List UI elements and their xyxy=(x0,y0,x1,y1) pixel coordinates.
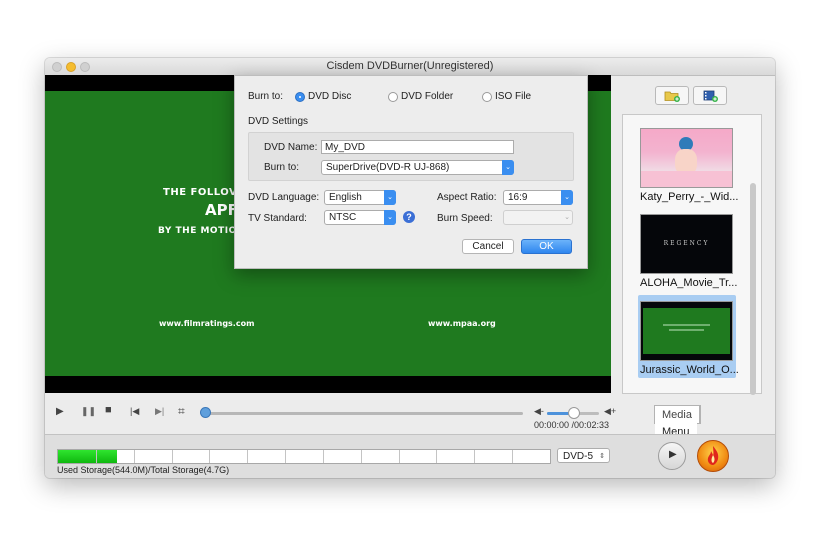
media-item-label: Katy_Perry_-_Wid... xyxy=(640,191,739,203)
volume-knob[interactable] xyxy=(568,407,580,419)
disc-type-value: DVD-5 xyxy=(563,451,594,462)
disc-type-select[interactable]: DVD-5 ⇕ xyxy=(557,448,610,463)
burn-speed-select[interactable]: ⌄ xyxy=(503,210,573,225)
aspect-ratio-label: Aspect Ratio: xyxy=(437,192,497,203)
dvd-folder-label[interactable]: DVD Folder xyxy=(401,91,453,102)
chevron-down-icon: ⌄ xyxy=(502,160,514,175)
media-item-1[interactable]: Katy_Perry_-_Wid... xyxy=(640,128,739,203)
dvd-settings-group: DVD Name: My_DVD Burn to: SuperDrive(DVD… xyxy=(248,132,574,181)
film-add-icon xyxy=(703,90,718,102)
storage-tick xyxy=(436,450,437,463)
storage-tick xyxy=(96,450,97,463)
storage-tick xyxy=(323,450,324,463)
add-video-button[interactable] xyxy=(693,86,727,105)
chevron-down-icon: ⌄ xyxy=(384,210,396,225)
storage-panel: Used Storage(544.0M)/Total Storage(4.7G)… xyxy=(45,434,775,478)
video-text-line1: THE FOLLOV xyxy=(163,187,238,198)
storage-tick xyxy=(247,450,248,463)
media-thumbnail: REGENCY xyxy=(640,214,733,274)
aspect-ratio-select[interactable]: 16:9 ⌄ xyxy=(503,190,573,205)
media-item-3[interactable]: Jurassic_World_O... xyxy=(640,301,739,376)
video-text-line2: APF xyxy=(205,201,238,219)
dvd-language-select[interactable]: English ⌄ xyxy=(324,190,396,205)
iso-file-radio[interactable] xyxy=(482,92,492,102)
video-text-line3: BY THE MOTIO xyxy=(158,226,237,236)
media-item-label: Jurassic_World_O... xyxy=(640,364,739,376)
tv-standard-label: TV Standard: xyxy=(248,213,307,224)
chevron-down-icon: ⌄ xyxy=(384,190,396,205)
chevron-down-icon: ⌄ xyxy=(561,190,573,205)
storage-tick xyxy=(134,450,135,463)
dvd-name-input[interactable]: My_DVD xyxy=(321,140,514,154)
pause-icon[interactable]: ❚❚ xyxy=(81,406,96,417)
aspect-ratio-value: 16:9 xyxy=(508,192,528,203)
iso-file-label[interactable]: ISO File xyxy=(495,91,531,102)
storage-tick xyxy=(285,450,286,463)
chevron-down-icon: ⌄ xyxy=(564,214,570,221)
burn-speed-label: Burn Speed: xyxy=(437,213,493,224)
storage-tick xyxy=(512,450,513,463)
dvd-settings-header: DVD Settings xyxy=(248,116,309,127)
storage-tick xyxy=(209,450,210,463)
add-folder-button[interactable] xyxy=(655,86,689,105)
burn-settings-dialog: Burn to: DVD Disc DVD Folder ISO File DV… xyxy=(234,75,588,269)
help-icon[interactable]: ? xyxy=(403,211,415,223)
media-thumbnail xyxy=(640,301,733,361)
seek-bar[interactable] xyxy=(206,412,523,415)
burn-to-label: Burn to: xyxy=(248,91,284,102)
storage-tick xyxy=(399,450,400,463)
dvd-language-value: English xyxy=(329,192,362,203)
crop-icon[interactable]: ⌗ xyxy=(178,404,185,419)
title-bar: Cisdem DVDBurner(Unregistered) xyxy=(45,58,775,76)
storage-used-fill xyxy=(58,450,117,463)
storage-label: Used Storage(544.0M)/Total Storage(4.7G) xyxy=(57,465,230,475)
dvd-folder-radio[interactable] xyxy=(388,92,398,102)
next-icon[interactable]: ▶| xyxy=(155,406,164,417)
tv-standard-value: NTSC xyxy=(329,212,357,223)
dvd-disc-radio[interactable] xyxy=(295,92,305,102)
seek-knob[interactable] xyxy=(200,407,211,418)
media-item-2[interactable]: REGENCY ALOHA_Movie_Tr... xyxy=(640,214,738,289)
burn-button[interactable] xyxy=(697,440,729,472)
time-display: 00:00:00 /00:02:33 xyxy=(534,420,610,430)
storage-tick xyxy=(474,450,475,463)
volume-down-icon[interactable]: ◀- xyxy=(534,406,544,417)
dvd-language-label: DVD Language: xyxy=(248,192,320,203)
media-list-scrollbar[interactable] xyxy=(750,183,756,395)
storage-tick xyxy=(361,450,362,463)
flame-icon xyxy=(707,446,719,465)
ok-button[interactable]: OK xyxy=(521,239,572,254)
stop-icon[interactable]: ■ xyxy=(105,404,112,416)
tab-media[interactable]: Media xyxy=(655,406,700,423)
dvd-name-label: DVD Name: xyxy=(264,142,318,153)
view-tabs: MediaMenu xyxy=(654,405,701,440)
burn-to-device-label: Burn to: xyxy=(264,162,300,173)
video-url-right: www.mpaa.org xyxy=(428,319,496,328)
play-icon[interactable]: ▶ xyxy=(56,406,64,417)
media-item-label: ALOHA_Movie_Tr... xyxy=(640,277,738,289)
storage-tick xyxy=(172,450,173,463)
previous-icon[interactable]: |◀ xyxy=(130,406,139,417)
window-title: Cisdem DVDBurner(Unregistered) xyxy=(326,60,494,72)
folder-add-icon xyxy=(664,91,680,102)
updown-icon: ⇕ xyxy=(599,453,605,460)
volume-up-icon[interactable]: ◀+ xyxy=(604,406,616,417)
storage-bar xyxy=(57,449,551,464)
burn-to-device-value: SuperDrive(DVD-R UJ-868) xyxy=(326,162,450,173)
play-icon: ▶ xyxy=(669,449,677,460)
video-url-left: www.filmratings.com xyxy=(159,319,255,328)
dvd-disc-label[interactable]: DVD Disc xyxy=(308,91,351,102)
preview-play-button[interactable]: ▶ xyxy=(658,442,686,470)
burn-to-device-select[interactable]: SuperDrive(DVD-R UJ-868) ⌄ xyxy=(321,160,514,175)
cancel-button[interactable]: Cancel xyxy=(462,239,514,254)
media-thumbnail xyxy=(640,128,733,188)
tv-standard-select[interactable]: NTSC ⌄ xyxy=(324,210,396,225)
playback-controls: ▶ ❚❚ ■ |◀ ▶| ⌗ ◀- ◀+ 00:00:00 /00:02:33 … xyxy=(45,393,701,440)
